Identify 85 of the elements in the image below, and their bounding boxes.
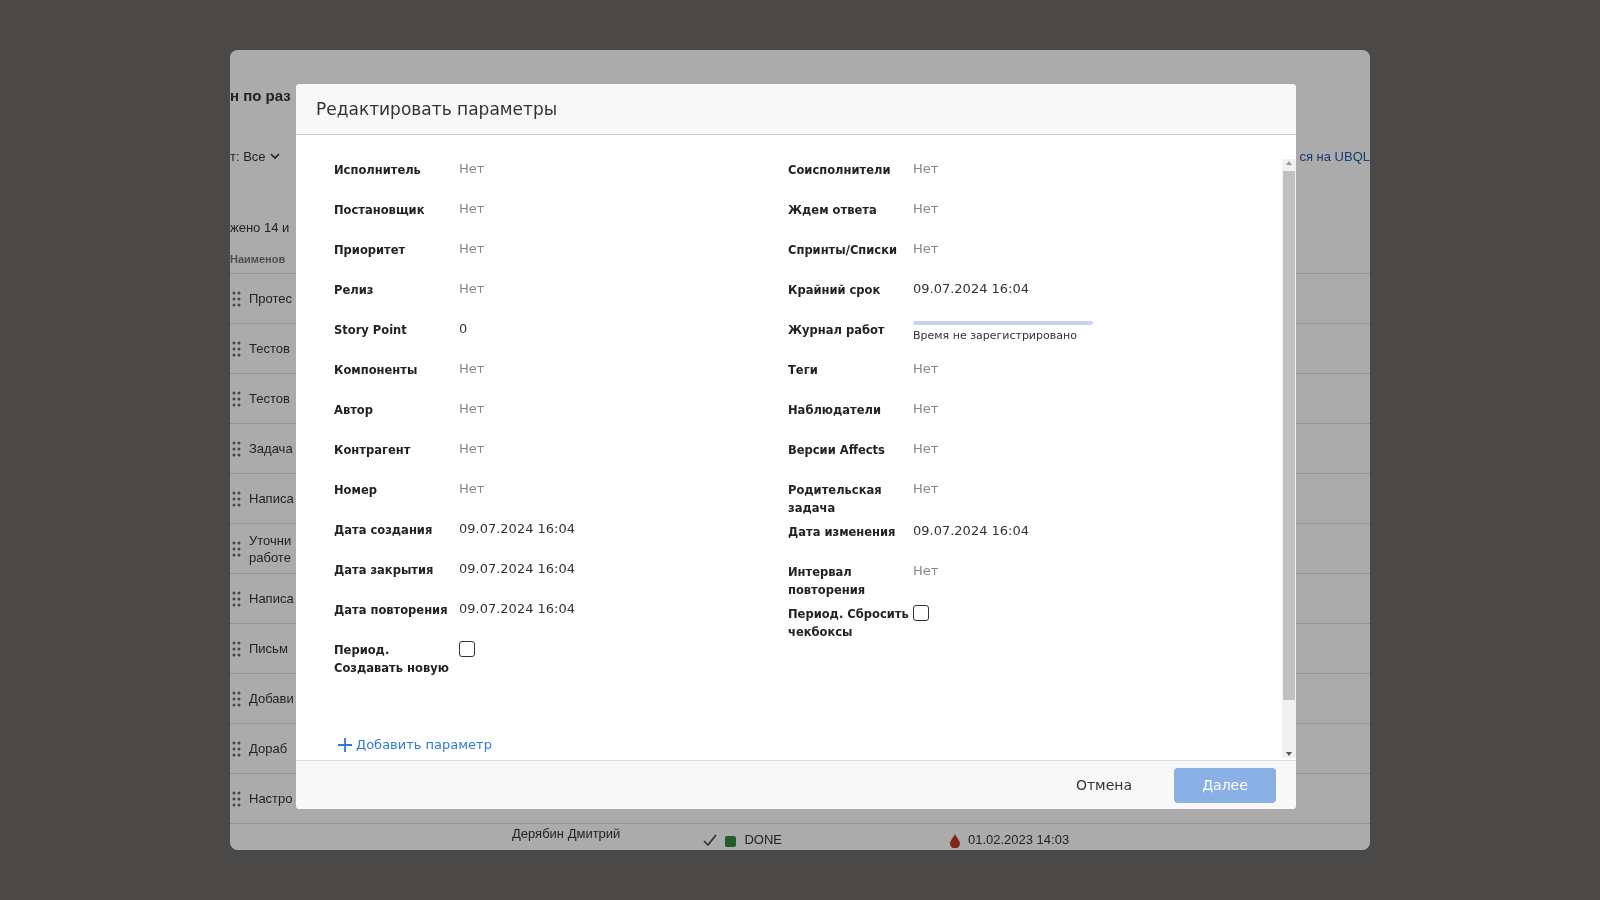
field-value[interactable]: Нет [459,475,485,515]
field-label: Теги [788,362,819,379]
field-value[interactable]: Нет [913,155,939,195]
field-label: Версии Affects [788,442,886,459]
task-name: Задача [249,440,294,457]
cancel-button[interactable]: Отмена [1067,767,1140,803]
drag-handle-icon[interactable] [232,340,241,357]
due-date: 01.02.2023 14:03 [967,832,1070,847]
scroll-up-icon[interactable] [1283,159,1295,167]
scrollbar[interactable] [1282,159,1296,758]
field-label: Компоненты [334,362,419,379]
status-label: DONE [744,832,782,847]
field-label: Период. Создавать новую [334,642,450,677]
drop-icon [949,834,960,848]
drag-handle-icon[interactable] [232,540,241,557]
field-label: Исполнитель [334,162,422,179]
drag-handle-icon[interactable] [232,640,241,657]
drag-handle-icon[interactable] [232,290,241,307]
field-label: Дата изменения [788,524,897,541]
task-name: Уточни работе [249,531,293,566]
field-label: Период. Сбросить чекбоксы [788,606,910,641]
results-count: жено 14 и [230,219,291,237]
field-label: Релиз [334,282,375,299]
drag-handle-icon[interactable] [232,790,241,807]
field-value[interactable]: Нет [913,195,939,235]
field-label: Дата повторения [334,602,449,619]
checkbox[interactable] [913,605,929,621]
field-label: Контрагент [334,442,412,459]
field-value[interactable]: Нет [459,275,485,315]
field-value[interactable]: Нет [913,557,939,599]
field-value[interactable]: 09.07.2024 16:04 [459,595,576,635]
field-label: Номер [334,482,378,499]
field-value[interactable]: Нет [459,395,485,435]
filter-dropdown[interactable]: т: Все [230,148,280,164]
chevron-icon [269,152,280,160]
field-value[interactable]: 0 [459,315,468,355]
drag-handle-icon[interactable] [232,690,241,707]
checkbox[interactable] [459,641,475,657]
task-name: Дораб [249,740,289,757]
task-name: Настро [249,790,294,807]
task-name: Написа [249,590,295,607]
field-label: Крайний срок [788,282,882,299]
field-label: Интервал повторения [788,564,867,599]
drag-handle-icon[interactable] [232,390,241,407]
add-parameter-link[interactable]: Добавить параметр [338,737,492,752]
task-name: Написа [249,490,295,507]
drag-handle-icon[interactable] [232,440,241,457]
plus-icon [338,737,352,752]
field-value[interactable]: Нет [913,475,939,517]
progress-caption: Время не зарегистрировано [913,329,1078,342]
field-value[interactable]: Нет [459,435,485,475]
drag-handle-icon[interactable] [232,490,241,507]
field-value[interactable]: Нет [459,155,485,195]
field-value[interactable]: Нет [459,355,485,395]
scroll-down-icon[interactable] [1283,750,1295,758]
drag-handle-icon[interactable] [232,740,241,757]
page-heading: н по раз [230,87,291,104]
field-value[interactable]: Нет [913,395,939,435]
field-label: Story Point [334,322,408,339]
task-name: Тестов [249,340,291,357]
field-value[interactable]: Нет [913,435,939,475]
field-label: Дата создания [334,522,434,539]
task-name: Тестов [249,390,291,407]
drag-handle-icon[interactable] [232,590,241,607]
field-label: Наблюдатели [788,402,882,419]
field-label: Соисполнители [788,162,892,179]
field-value[interactable]: Нет [913,355,939,395]
field-value[interactable]: Нет [459,195,485,235]
field-value[interactable]: 09.07.2024 16:04 [459,555,576,595]
field-value[interactable]: 09.07.2024 16:04 [913,275,1030,315]
task-name: Добави [249,690,295,707]
assignee-name: Дерябин Дмитрий [512,826,621,841]
field-value[interactable]: 09.07.2024 16:04 [913,517,1030,557]
dialog-title: Редактировать параметры [316,99,558,119]
task-name: Протес [249,290,294,307]
link[interactable]: ся на UBQL [1299,148,1370,164]
task-name: Письм [249,640,289,657]
field-label: Автор [334,402,374,419]
field-label: Дата закрытия [334,562,435,579]
field-label: Постановщик [334,202,426,219]
field-label: Родительская задача [788,482,883,517]
field-label: Ждем ответа [788,202,878,219]
field-value[interactable]: 09.07.2024 16:04 [459,515,576,555]
field-label: Журнал работ [788,322,886,339]
check-icon [703,834,718,846]
